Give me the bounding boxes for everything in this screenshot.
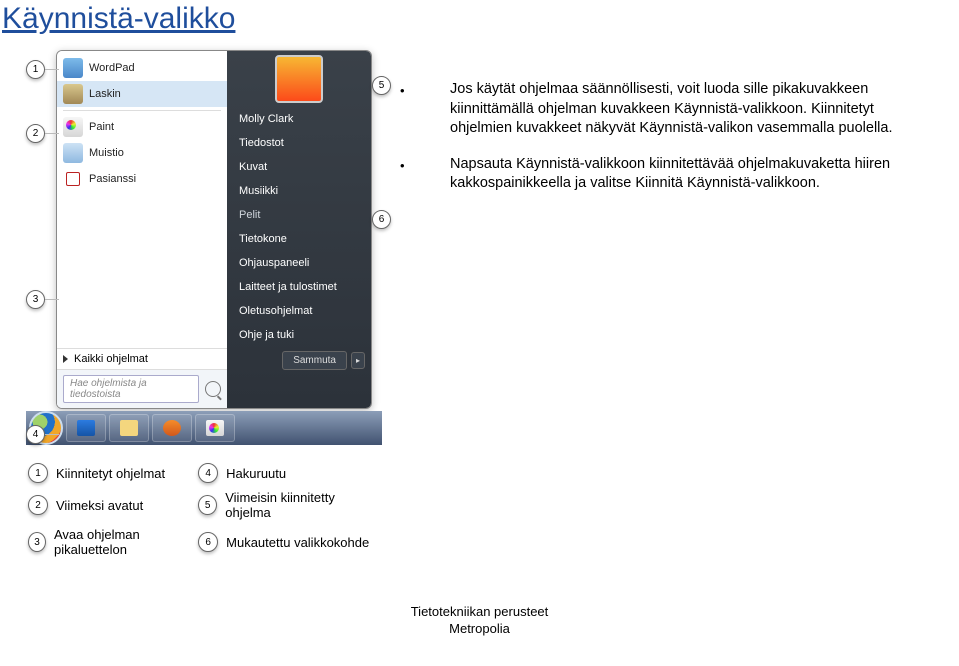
right-pane-item[interactable]: Oletusohjelmat: [227, 299, 371, 323]
footer: Tietotekniikan perusteet Metropolia: [0, 604, 959, 638]
taskbar: [26, 411, 382, 445]
legend: 1 Kiinnitetyt ohjelmat 4 Hakuruutu 2 Viimek…: [28, 463, 376, 557]
right-pane-item[interactable]: Ohje ja tuki: [227, 323, 371, 347]
ie-icon: [77, 420, 95, 436]
shutdown-button[interactable]: Sammuta: [282, 351, 347, 370]
callout-5: 5: [372, 76, 391, 95]
taskbar-item[interactable]: [152, 414, 192, 442]
all-programs[interactable]: Kaikki ohjelmat: [57, 348, 227, 369]
right-pane-item[interactable]: Kuvat: [227, 155, 371, 179]
calculator-icon: [63, 84, 83, 104]
legend-text: Hakuruutu: [226, 466, 286, 481]
pinned-program[interactable]: Laskin: [57, 81, 227, 107]
legend-num: 5: [198, 495, 217, 515]
legend-text: Viimeksi avatut: [56, 498, 143, 513]
legend-text: Mukautettu valikkokohde: [226, 535, 369, 550]
bullet-marker: •: [400, 155, 450, 194]
pinned-program[interactable]: WordPad: [57, 55, 227, 81]
taskbar-item[interactable]: [195, 414, 235, 442]
bullet-marker: •: [400, 80, 450, 139]
callout-1: 1: [26, 60, 45, 79]
taskbar-item[interactable]: [66, 414, 106, 442]
program-label: Muistio: [89, 147, 124, 159]
bullet-text: Jos käytät ohjelmaa säännöllisesti, voit…: [450, 80, 959, 139]
callout-3: 3: [26, 290, 45, 309]
start-menu-screenshot: 1 2 3 4 5 6 WordPad Laskin Paint Muistio…: [26, 50, 376, 445]
legend-num: 1: [28, 463, 48, 483]
recent-program[interactable]: Paint: [57, 114, 227, 140]
avatar: [275, 55, 323, 103]
notepad-icon: [63, 143, 83, 163]
all-programs-label: Kaikki ohjelmat: [74, 353, 148, 365]
page-title: Käynnistä-valikko: [2, 2, 959, 36]
start-menu-right-pane: Molly Clark Tiedostot Kuvat Musiikki Pel…: [227, 51, 371, 408]
bullet-text: Napsauta Käynnistä-valikkoon kiinnitettä…: [450, 155, 959, 194]
callout-2: 2: [26, 124, 45, 143]
legend-num: 4: [198, 463, 218, 483]
arrow-right-icon: [63, 355, 68, 363]
legend-num: 6: [198, 532, 218, 552]
recent-program[interactable]: Muistio: [57, 140, 227, 166]
search-icon: [205, 381, 221, 397]
paint-icon: [63, 117, 83, 137]
solitaire-icon: [63, 169, 83, 189]
legend-num: 2: [28, 495, 48, 515]
footer-line: Metropolia: [0, 621, 959, 638]
callout-6: 6: [372, 210, 391, 229]
explorer-icon: [120, 420, 138, 436]
footer-line: Tietotekniikan perusteet: [0, 604, 959, 621]
program-label: Paint: [89, 121, 114, 133]
start-menu-left-pane: WordPad Laskin Paint Muistio Pasianssi K…: [57, 51, 227, 408]
legend-num: 3: [28, 532, 46, 552]
user-name[interactable]: Molly Clark: [227, 107, 371, 131]
callout-4: 4: [26, 425, 45, 444]
right-pane-item[interactable]: Tiedostot: [227, 131, 371, 155]
right-pane-item[interactable]: Laitteet ja tulostimet: [227, 275, 371, 299]
recent-program[interactable]: Pasianssi: [57, 166, 227, 192]
shutdown-options-button[interactable]: ▸: [351, 352, 365, 369]
right-pane-item[interactable]: Pelit: [227, 203, 371, 227]
taskbar-item[interactable]: [109, 414, 149, 442]
wordpad-icon: [63, 58, 83, 78]
legend-text: Kiinnitetyt ohjelmat: [56, 466, 165, 481]
right-pane-item[interactable]: Ohjauspaneeli: [227, 251, 371, 275]
body-text: • Jos käytät ohjelmaa säännöllisesti, vo…: [376, 50, 959, 564]
mediaplayer-icon: [163, 420, 181, 436]
program-label: WordPad: [89, 62, 135, 74]
search-row: Hae ohjelmista ja tiedostoista: [57, 369, 227, 408]
right-pane-item[interactable]: Musiikki: [227, 179, 371, 203]
right-pane-item[interactable]: Tietokone: [227, 227, 371, 251]
program-label: Pasianssi: [89, 173, 136, 185]
user-avatar-area: [227, 51, 371, 107]
legend-text: Avaa ohjelman pikaluettelon: [54, 527, 198, 557]
search-input[interactable]: Hae ohjelmista ja tiedostoista: [63, 375, 199, 403]
program-label: Laskin: [89, 88, 121, 100]
legend-text: Viimeisin kiinnitetty ohjelma: [225, 490, 376, 520]
paint-icon: [206, 420, 224, 436]
